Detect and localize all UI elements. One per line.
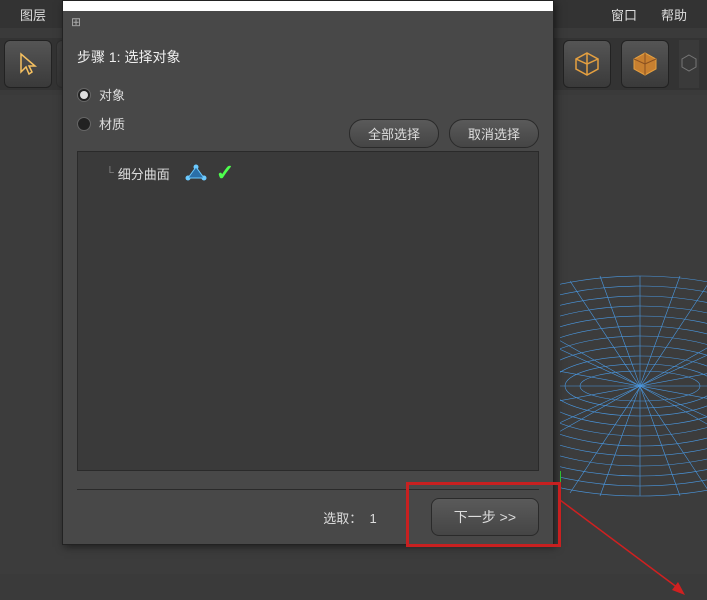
axis-arrow-red [560, 500, 690, 600]
selection-count-label: 选取： 1 [323, 508, 376, 527]
step-title: 步骤 1: 选择对象 [77, 47, 539, 67]
dialog-body: 步骤 1: 选择对象 对象 材质 全部选择 取消选择 └ 细分曲面 [63, 35, 553, 155]
tree-item-label: 细分曲面 [118, 164, 170, 183]
bake-dialog: ⊞ 步骤 1: 选择对象 对象 材质 全部选择 取消选择 └ 细分曲面 [62, 0, 554, 545]
radio-object-label: 对象 [99, 85, 125, 104]
grid-icon: ⊞ [71, 15, 87, 31]
next-button[interactable]: 下一步 >> [431, 498, 539, 536]
tool-cube-2[interactable] [621, 40, 669, 88]
checkmark-icon: ✓ [216, 160, 234, 186]
radio-object[interactable] [77, 88, 91, 102]
radio-material-label: 材质 [99, 114, 125, 133]
radio-object-row[interactable]: 对象 [77, 85, 539, 104]
menu-window[interactable]: 窗口 [599, 5, 649, 24]
tool-cube-1[interactable] [563, 40, 611, 88]
tree-branch-icon: └ [106, 167, 114, 179]
deselect-button[interactable]: 取消选择 [449, 119, 539, 148]
object-tree-panel[interactable]: └ 细分曲面 ✓ [77, 151, 539, 471]
tree-item-subdivision[interactable]: └ 细分曲面 ✓ [86, 160, 530, 186]
tool-pointer[interactable] [4, 40, 52, 88]
select-all-button[interactable]: 全部选择 [349, 119, 439, 148]
subdivision-icon [184, 163, 208, 183]
radio-material[interactable] [77, 117, 91, 131]
menu-layers[interactable]: 图层 [8, 5, 58, 24]
dialog-tab-row: ⊞ [63, 11, 553, 35]
tool-cube-3[interactable] [679, 40, 699, 88]
selection-buttons: 全部选择 取消选择 [349, 119, 539, 148]
wireframe-mesh [560, 271, 707, 501]
dialog-titlebar[interactable] [63, 1, 553, 11]
dialog-bottom-bar: 选取： 1 下一步 >> [77, 489, 539, 544]
menu-help[interactable]: 帮助 [649, 5, 699, 24]
